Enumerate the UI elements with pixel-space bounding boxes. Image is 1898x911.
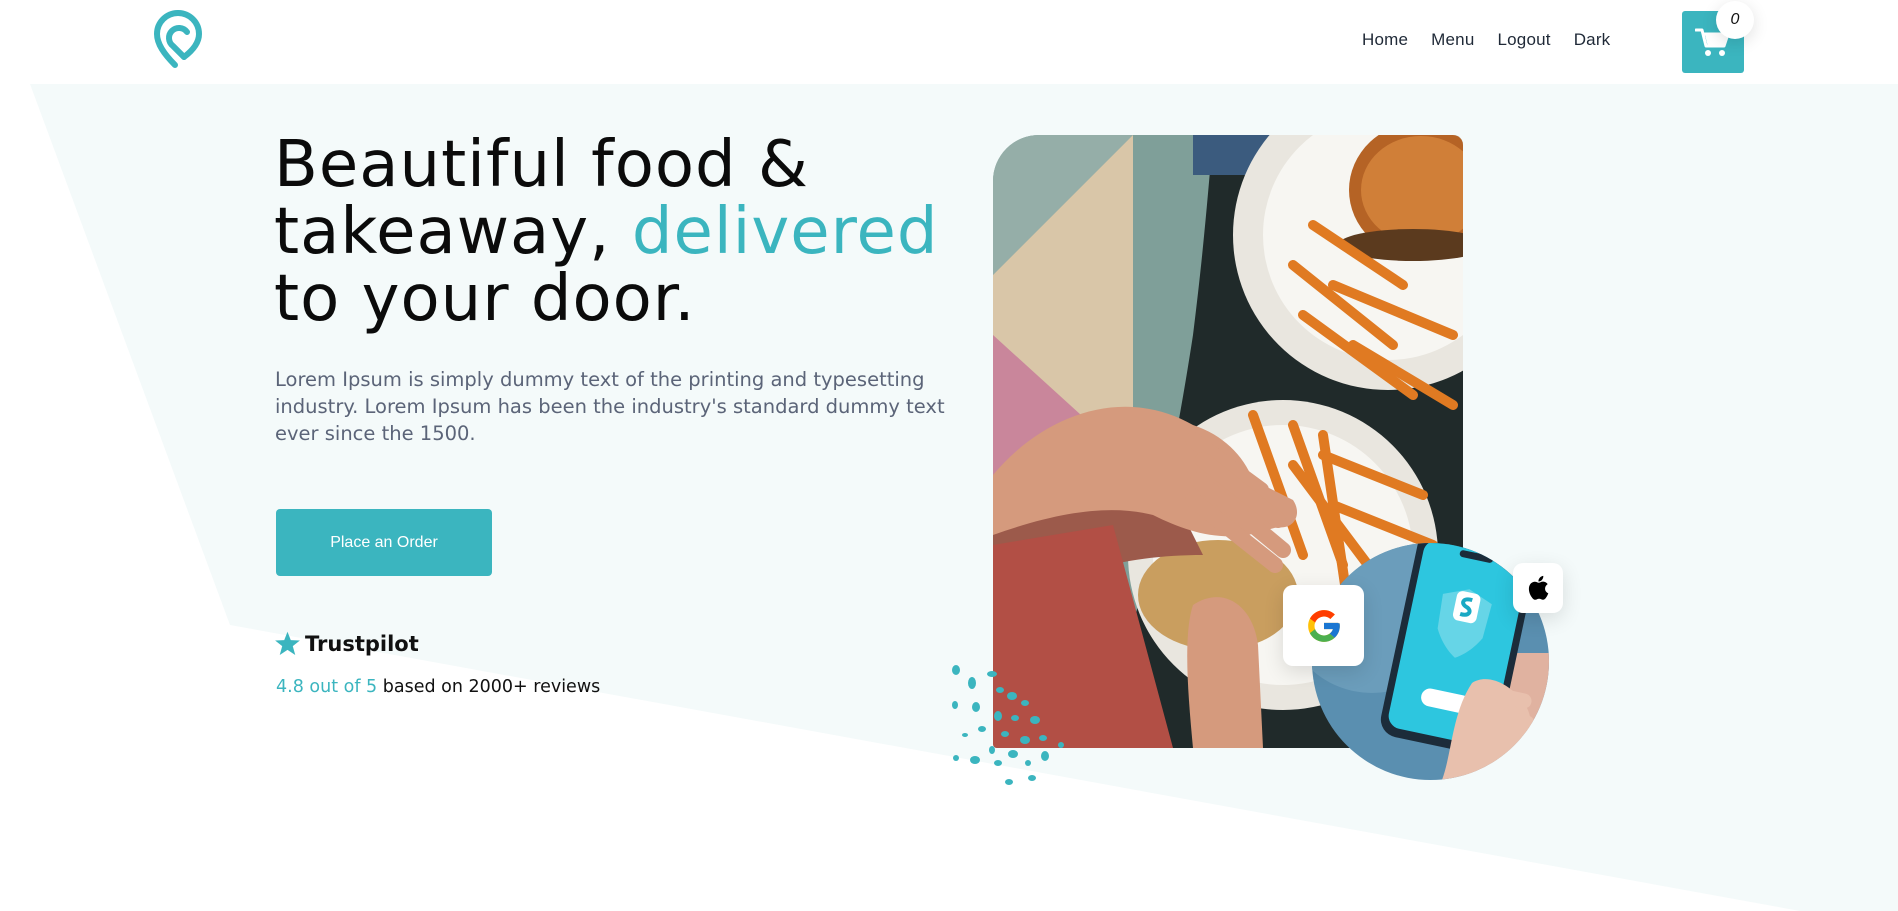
headline-line-2: takeaway,: [274, 195, 632, 269]
location-pin-logo-icon[interactable]: [153, 10, 204, 70]
star-icon: [275, 631, 300, 655]
main-nav: Home Menu Logout Dark: [1362, 30, 1610, 50]
headline-line-3: to your door.: [274, 262, 696, 336]
theme-toggle-dark[interactable]: Dark: [1574, 30, 1611, 50]
decorative-splatter: [952, 665, 1064, 785]
rating-score: 4.8 out of 5: [276, 677, 378, 697]
trustpilot-rating: 4.8 out of 5 based on 2000+ reviews: [276, 677, 600, 697]
nav-logout-link[interactable]: Logout: [1497, 30, 1550, 50]
app-store-badge[interactable]: [1513, 563, 1563, 613]
google-icon: [1307, 609, 1340, 642]
site-header: Home Menu Logout Dark 0: [0, 0, 1898, 84]
cart-count-badge: 0: [1716, 1, 1754, 39]
headline-accent: delivered: [631, 195, 939, 269]
hero-description: Lorem Ipsum is simply dummy text of the …: [275, 368, 945, 445]
trustpilot-label: Trustpilot: [305, 631, 419, 656]
nav-menu-link[interactable]: Menu: [1431, 30, 1474, 50]
hero-headline: Beautiful food & takeaway, delivered to …: [274, 132, 939, 333]
apple-icon: [1528, 575, 1549, 600]
google-play-badge[interactable]: [1283, 585, 1364, 666]
trustpilot-brand: Trustpilot: [274, 630, 419, 657]
headline-line-1: Beautiful food &: [274, 128, 809, 202]
place-order-button[interactable]: Place an Order: [276, 509, 492, 576]
rating-reviews: based on 2000+ reviews: [377, 677, 601, 697]
nav-home-link[interactable]: Home: [1362, 30, 1408, 50]
